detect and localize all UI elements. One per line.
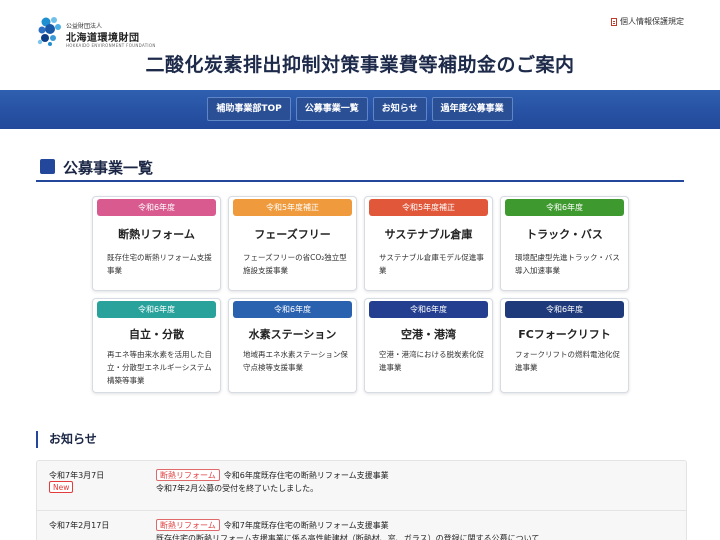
card-title: サステナブル倉庫 xyxy=(384,228,473,241)
privacy-policy-link[interactable]: 個人情報保護規定 xyxy=(611,16,684,27)
card-year-tag: 令和5年度補正 xyxy=(369,199,488,216)
project-card-truck-bus[interactable]: 令和6年度 トラック・バス 環境配慮型先進トラック・バス導入加速事業 xyxy=(500,196,629,291)
card-year-tag: 令和6年度 xyxy=(233,301,352,318)
nav-item-projects[interactable]: 公募事業一覧 xyxy=(295,97,368,121)
card-description: 地域再エネ水素ステーション保守点検等支援事業 xyxy=(243,350,348,372)
card-title: フェーズフリー xyxy=(254,228,331,241)
card-description: 再エネ等由来水素を活用した自立・分散型エネルギーシステム構築等事業 xyxy=(107,350,212,385)
card-year-tag: 令和6年度 xyxy=(369,301,488,318)
logo-english-name: HOKKAIDO ENVIRONMENT FOUNDATION xyxy=(66,43,156,48)
card-title: トラック・バス xyxy=(526,228,603,241)
news-item[interactable]: 令和7年3月7日 New 断熱リフォーム 令和6年度既存住宅の断熱リフォーム支援事… xyxy=(37,461,686,511)
category-badge[interactable]: 断熱リフォーム xyxy=(156,519,220,531)
project-cards: 令和6年度 断熱リフォーム 既存住宅の断熱リフォーム支援事業 令和5年度補正 フ… xyxy=(92,196,629,393)
page-title: 二酸化炭素排出抑制対策事業費等補助金のご案内 xyxy=(145,54,575,76)
nav-item-past-projects[interactable]: 過年度公募事業 xyxy=(431,97,513,121)
main-nav: 補助事業部TOP 公募事業一覧 お知らせ 過年度公募事業 xyxy=(0,97,720,121)
card-year-tag: 令和6年度 xyxy=(505,301,624,318)
project-card-phase-free[interactable]: 令和5年度補正 フェーズフリー フェーズフリーの省CO₂独立型施設支援事業 xyxy=(228,196,357,291)
card-description: サステナブル倉庫モデル促進事業 xyxy=(379,253,484,275)
card-title: 自立・分散 xyxy=(129,328,184,341)
card-description: 環境配慮型先進トラック・バス導入加速事業 xyxy=(515,253,620,275)
project-card-sustainable-warehouse[interactable]: 令和5年度補正 サステナブル倉庫 サステナブル倉庫モデル促進事業 xyxy=(364,196,493,291)
privacy-policy-label: 個人情報保護規定 xyxy=(620,17,684,26)
news-list: 令和7年3月7日 New 断熱リフォーム 令和6年度既存住宅の断熱リフォーム支援事… xyxy=(36,460,687,540)
section-title: 公募事業一覧 xyxy=(63,159,154,177)
project-card-airport-port[interactable]: 令和6年度 空港・港湾 空港・港湾における脱炭素化促進事業 xyxy=(364,298,493,393)
new-badge: New xyxy=(49,481,74,493)
project-card-fc-forklift[interactable]: 令和6年度 FCフォークリフト フォークリフトの燃料電池化促進事業 xyxy=(500,298,629,393)
project-card-hydrogen-station[interactable]: 令和6年度 水素ステーション 地域再エネ水素ステーション保守点検等支援事業 xyxy=(228,298,357,393)
card-year-tag: 令和6年度 xyxy=(97,199,216,216)
card-year-tag: 令和5年度補正 xyxy=(233,199,352,216)
news-body: 断熱リフォーム 令和7年度既存住宅の断熱リフォーム支援事業 既存住宅の断熱リフォー… xyxy=(156,519,676,540)
category-badge[interactable]: 断熱リフォーム xyxy=(156,469,220,481)
card-description: フェーズフリーの省CO₂独立型施設支援事業 xyxy=(243,253,347,275)
section-square-icon xyxy=(40,159,55,174)
news-text: 令和7年2月公募の受付を終了いたしました。 xyxy=(156,484,319,493)
news-item[interactable]: 令和7年2月17日 断熱リフォーム 令和7年度既存住宅の断熱リフォーム支援事業 既… xyxy=(37,511,686,540)
card-title: 断熱リフォーム xyxy=(118,228,195,241)
card-year-tag: 令和6年度 xyxy=(505,199,624,216)
card-title: FCフォークリフト xyxy=(518,328,611,341)
document-icon xyxy=(611,17,617,26)
news-headline: 令和7年度既存住宅の断熱リフォーム支援事業 xyxy=(223,521,389,530)
news-text: 既存住宅の断熱リフォーム支援事業に係る高性能建材（断熱材、窓、ガラス）の登録に関… xyxy=(156,534,540,540)
news-date: 令和7年3月7日 xyxy=(49,471,105,480)
card-description: フォークリフトの燃料電池化促進事業 xyxy=(515,350,620,372)
news-date: 令和7年2月17日 xyxy=(49,521,110,530)
nav-item-top[interactable]: 補助事業部TOP xyxy=(207,97,291,121)
news-body: 断熱リフォーム 令和6年度既存住宅の断熱リフォーム支援事業 令和7年2月公募の受付… xyxy=(156,469,676,495)
logo-name: 北海道環境財団 xyxy=(66,33,140,44)
card-description: 既存住宅の断熱リフォーム支援事業 xyxy=(107,253,212,275)
projects-section-header: 公募事業一覧 xyxy=(36,156,684,182)
card-year-tag: 令和6年度 xyxy=(97,301,216,318)
project-card-self-reliant[interactable]: 令和6年度 自立・分散 再エネ等由来水素を活用した自立・分散型エネルギーシステム… xyxy=(92,298,221,393)
news-headline: 令和6年度既存住宅の断熱リフォーム支援事業 xyxy=(223,471,389,480)
nav-item-news[interactable]: お知らせ xyxy=(372,97,427,121)
card-title: 水素ステーション xyxy=(248,328,337,341)
news-section-title: お知らせ xyxy=(36,431,97,448)
project-card-insulation[interactable]: 令和6年度 断熱リフォーム 既存住宅の断熱リフォーム支援事業 xyxy=(92,196,221,291)
logo-mark-icon xyxy=(37,17,61,46)
card-title: 空港・港湾 xyxy=(401,328,456,341)
foundation-logo[interactable]: 公益財団法人 北海道環境財団 HOKKAIDO ENVIRONMENT FOUN… xyxy=(36,15,156,51)
card-description: 空港・港湾における脱炭素化促進事業 xyxy=(379,350,484,372)
